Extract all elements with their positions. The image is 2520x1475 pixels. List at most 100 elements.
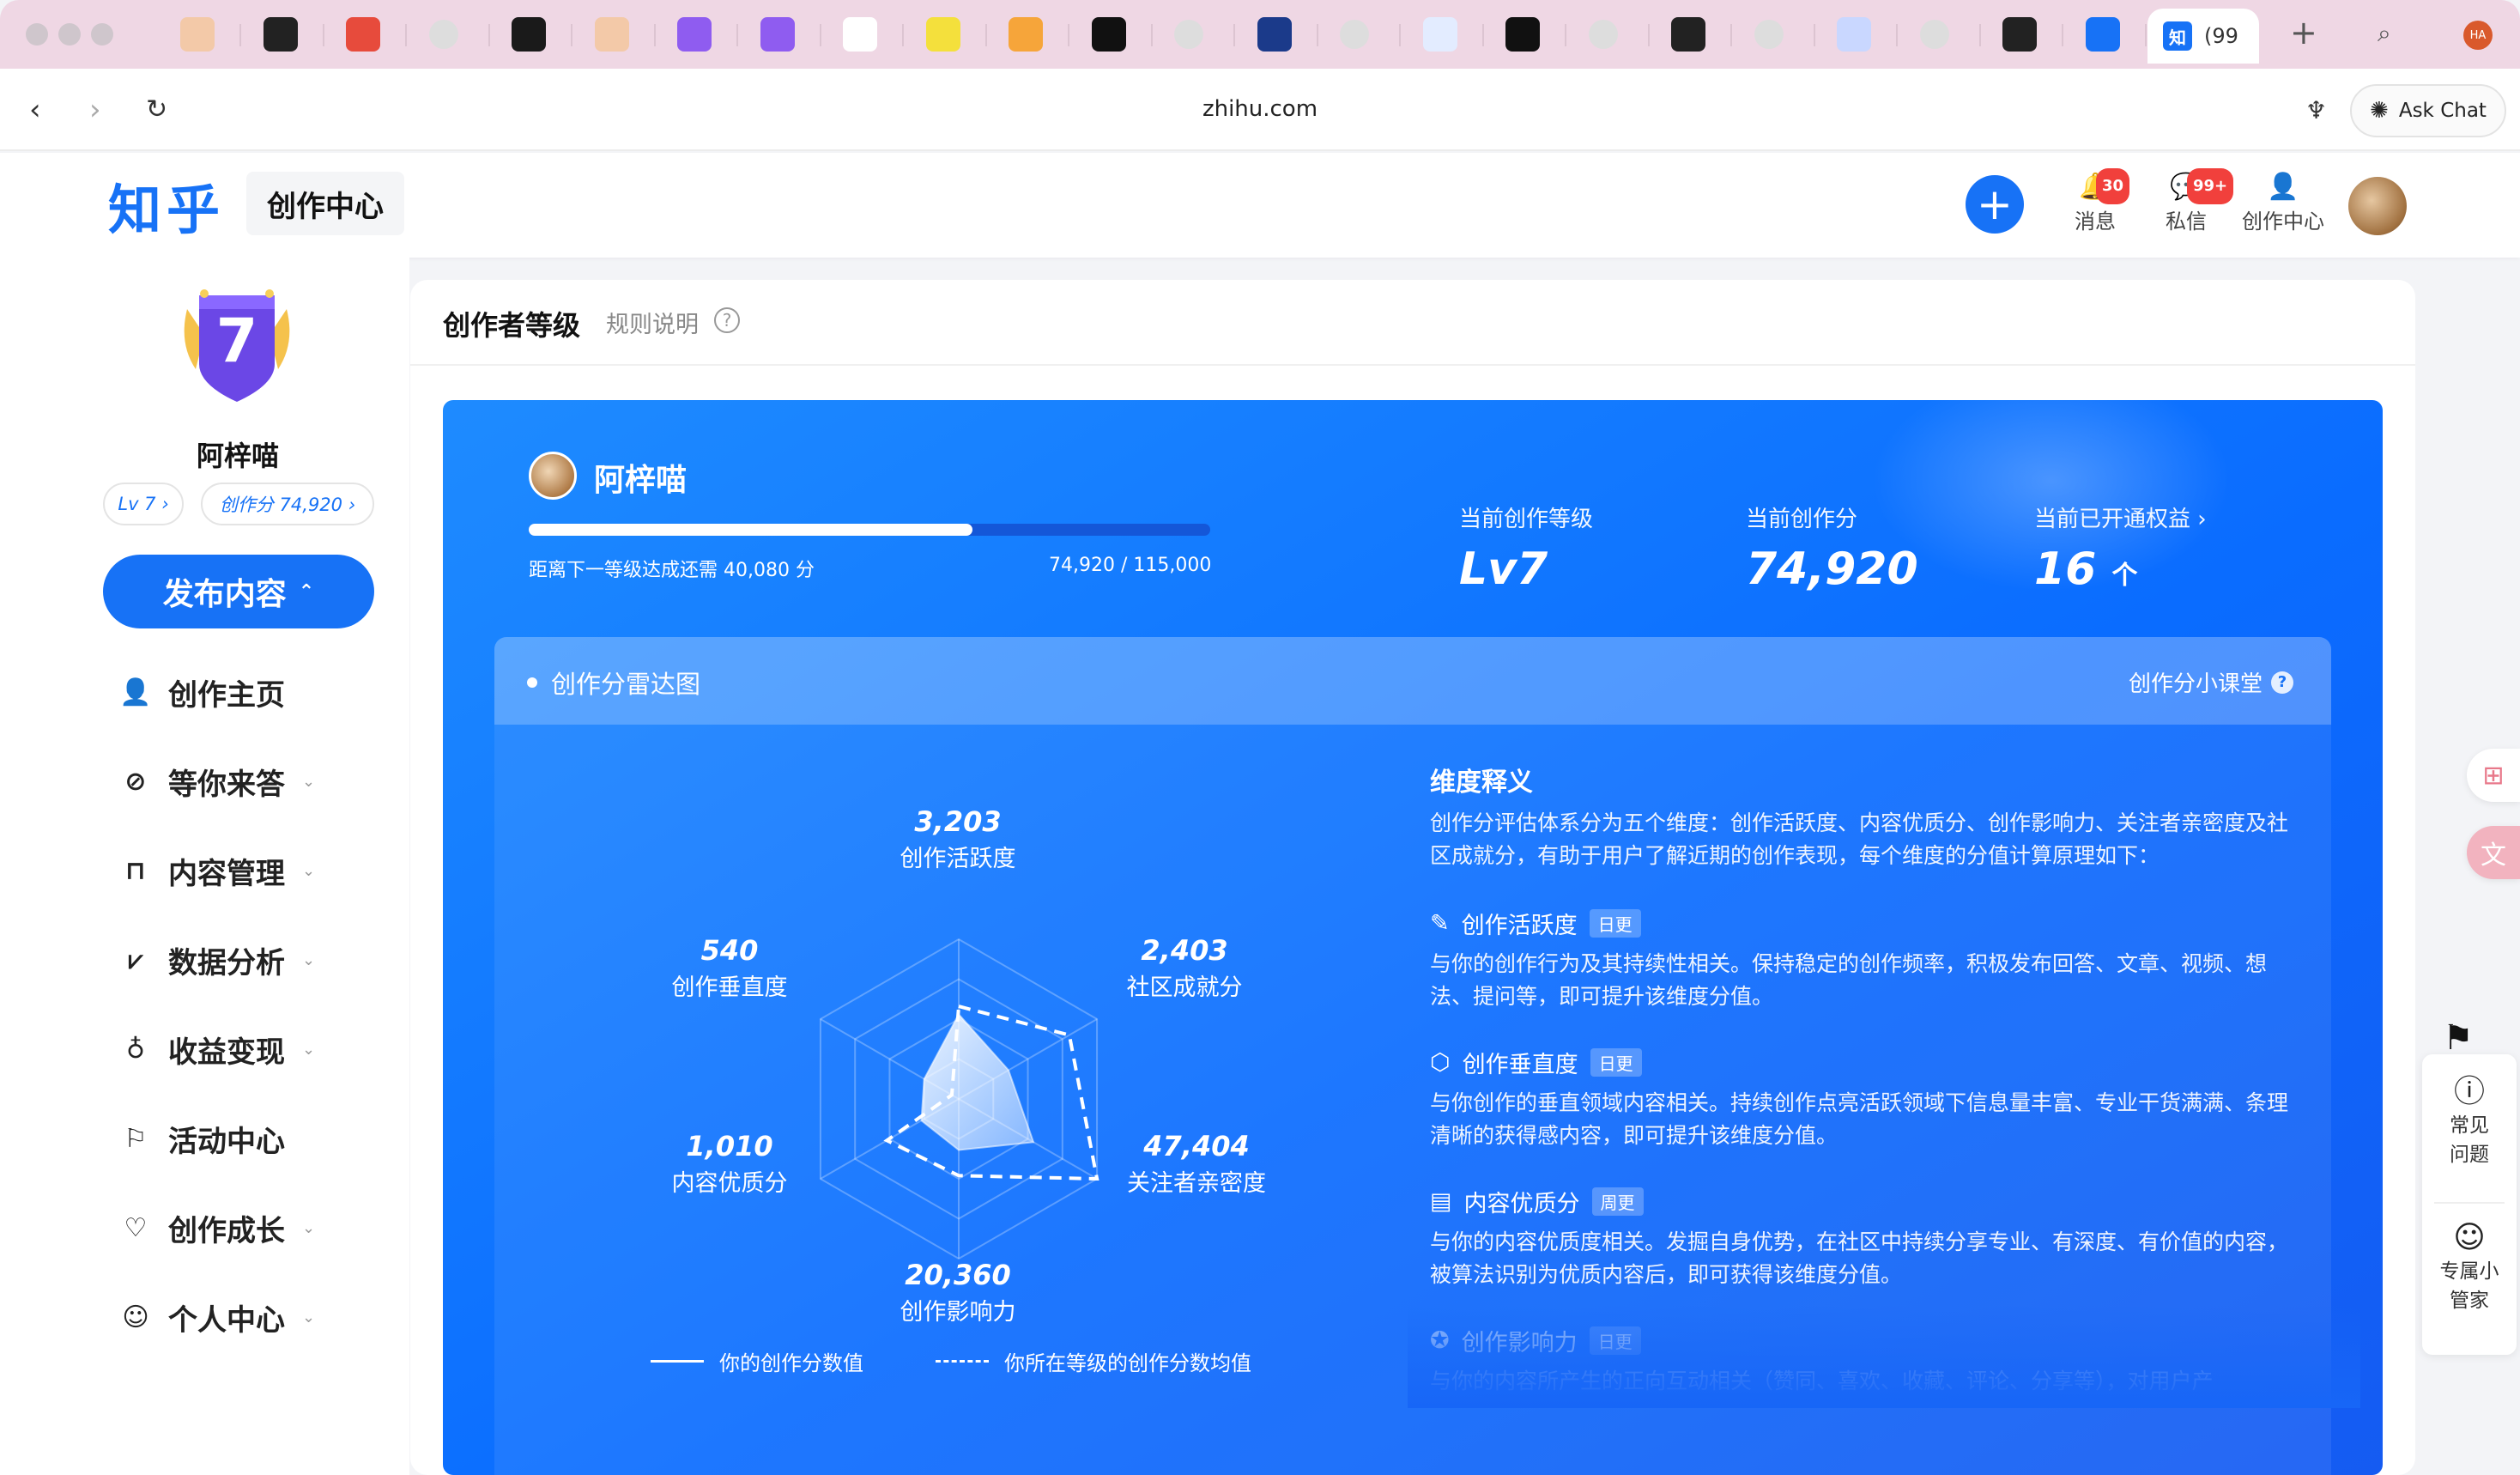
translate-icon[interactable]: 文 <box>2467 826 2520 879</box>
url-text[interactable]: zhihu.com <box>0 96 2520 122</box>
faq-question-icon: ⓘ <box>2453 1074 2485 1109</box>
butler-label: 专属小管家 <box>2439 1260 2499 1312</box>
github-tab-icon[interactable] <box>1671 17 1705 52</box>
weather-tab-icon[interactable] <box>594 17 629 52</box>
radar-label-name: 关注者亲密度 <box>1127 1170 1266 1197</box>
publish-content-button[interactable]: 发布内容 ⌃ <box>103 555 374 628</box>
tab-separator <box>1565 24 1566 46</box>
user-avatar[interactable] <box>2348 177 2407 235</box>
compass-icon: ⊘ <box>124 766 147 797</box>
tab-separator <box>819 24 821 46</box>
app-tab-icon[interactable] <box>760 17 795 52</box>
anime-tab-icon[interactable] <box>1837 17 1871 52</box>
window-minimize-control[interactable] <box>58 23 81 46</box>
app-tab-icon[interactable] <box>1091 17 1126 52</box>
creator-hub-label[interactable]: 创作中心 <box>246 172 404 235</box>
legend-average-label: 你所在等级的创作分数均值 <box>1004 1351 1251 1375</box>
rules-link[interactable]: 规则说明 <box>606 306 699 339</box>
google-tab-icon[interactable] <box>843 17 877 52</box>
app-tab-icon[interactable] <box>1257 17 1292 52</box>
app-tab-icon[interactable] <box>677 17 712 52</box>
butler-mascot-icon[interactable]: ⚑ <box>2443 1018 2474 1058</box>
apps-grid-icon[interactable]: ⊞ <box>2467 749 2520 802</box>
stat-score-label: 当前创作分 <box>1746 507 1858 532</box>
generic-tab-icon[interactable] <box>1174 20 1203 49</box>
tab-separator <box>1150 24 1153 46</box>
extensions-icon[interactable]: ♆ <box>2305 96 2327 124</box>
sidebar-item-6[interactable]: ⚐ 活动中心 <box>120 1113 285 1164</box>
header-private-messages[interactable]: 💬 99+ 私信 <box>2147 168 2234 234</box>
tab-separator <box>1233 24 1235 46</box>
weather-tab-icon[interactable] <box>180 17 215 52</box>
app-tab-icon[interactable] <box>1009 17 1043 52</box>
tab-separator <box>1730 24 1732 46</box>
butler-button[interactable]: ☺ 专属小管家 <box>2422 1219 2517 1315</box>
header-creator-center[interactable]: 👤 创作中心 <box>2242 170 2324 234</box>
dimensions-intro: 创作分评估体系分为五个维度：创作活跃度、内容优质分、创作影响力、关注者亲密度及社… <box>1430 810 2289 868</box>
tab-separator <box>1978 24 1981 46</box>
create-plus-button[interactable]: + <box>1966 175 2024 234</box>
profile-badge[interactable]: HA <box>2463 21 2493 50</box>
generic-tab-icon[interactable] <box>1588 20 1618 49</box>
dimension-title-text: 内容优质分 <box>1463 1191 1580 1217</box>
dimension-title: ✎ 创作活跃度 日更 <box>1430 907 1641 940</box>
heart-icon: ♡ <box>124 1212 148 1243</box>
messages-badge: 30 <box>2096 168 2130 204</box>
generic-tab-icon[interactable] <box>1340 20 1369 49</box>
github-tab-icon[interactable] <box>263 17 298 52</box>
analytics-tab-icon[interactable] <box>512 17 546 52</box>
new-tab-icon[interactable]: + <box>2290 14 2317 52</box>
generic-tab-icon[interactable] <box>1919 20 1949 49</box>
sidebar-item-2[interactable]: ⊘ 等你来答 ⌄ <box>120 756 315 807</box>
dashed-line-icon <box>936 1360 989 1363</box>
generic-tab-icon[interactable] <box>428 20 458 49</box>
sidebar-item-1[interactable]: 👤 创作主页 <box>119 666 285 718</box>
progress-remaining-text: 距离下一等级达成还需 40,080 分 <box>529 560 815 581</box>
stat-benefits[interactable]: 当前已开通权益 › 16 个 <box>2034 501 2207 595</box>
zhihu-logo[interactable]: 知乎 <box>108 167 225 244</box>
sidebar-item-5[interactable]: ♁ 收益变现 ⌄ <box>120 1023 315 1075</box>
app-tab-icon[interactable] <box>1505 17 1540 52</box>
private-messages-label: 私信 <box>2166 209 2207 234</box>
creator-icon: 👤 <box>2267 172 2299 202</box>
sidebar-item-8[interactable]: ☺ 个人中心 ⌄ <box>120 1291 315 1343</box>
app-tab-icon[interactable] <box>1422 17 1457 52</box>
sidebar-item-7[interactable]: ♡ 创作成长 ⌄ <box>120 1202 316 1253</box>
window-zoom-control[interactable] <box>91 23 113 46</box>
stat-level-value: Lv7 <box>1459 543 1548 595</box>
dimensions-heading: 维度释义 <box>1430 768 1533 798</box>
sidebar-item-4[interactable]: ⩗ 数据分析 ⌄ <box>120 934 316 986</box>
score-lesson-link[interactable]: 创作分小课堂? <box>2129 666 2294 698</box>
search-tabs-icon[interactable]: ⌕ <box>2378 19 2391 48</box>
header-messages[interactable]: 🔔 30 消息 <box>2057 168 2134 234</box>
legend-user: 你的创作分数值 <box>651 1346 863 1376</box>
active-tab[interactable]: 知 (99 <box>2147 9 2259 64</box>
github-tab-icon[interactable] <box>2002 17 2037 52</box>
dimension-title: ▤ 内容优质分 周更 <box>1430 1185 1644 1218</box>
brand-tab-icon[interactable] <box>346 17 380 52</box>
level-pill[interactable]: Lv 7 › <box>103 483 184 525</box>
level-progress-fill <box>529 524 973 536</box>
sidebar-item-label: 内容管理 <box>168 856 285 891</box>
tab-separator <box>1068 24 1069 46</box>
radar-label: 540 创作垂直度 <box>635 934 824 1002</box>
tab-separator <box>322 24 324 46</box>
chart-icon: ⩗ <box>128 944 143 975</box>
panel-username: 阿梓喵 <box>594 463 688 498</box>
stat-benefits-label[interactable]: 当前已开通权益 › <box>2034 501 2207 533</box>
app-tab-icon[interactable] <box>925 17 960 52</box>
legend-average: 你所在等级的创作分数均值 <box>936 1346 1251 1376</box>
score-pill[interactable]: 创作分 74,920 › <box>201 483 374 525</box>
generic-tab-icon[interactable] <box>1754 20 1784 49</box>
sidebar-item-label: 活动中心 <box>168 1124 285 1159</box>
question-icon[interactable]: ? <box>714 307 740 333</box>
chevron-down-icon: ⌄ <box>302 1218 316 1237</box>
zhihu-tab-icon[interactable] <box>2085 17 2120 52</box>
window-close-control[interactable] <box>26 23 48 46</box>
faq-button[interactable]: ⓘ 常见问题 <box>2422 1073 2517 1169</box>
radar-label-name: 创作垂直度 <box>671 974 788 1001</box>
tab-separator <box>571 24 572 46</box>
ask-chat-button[interactable]: ✺ Ask Chat <box>2350 84 2506 137</box>
tab-separator <box>405 24 407 46</box>
sidebar-item-3[interactable]: ⊓ 内容管理 ⌄ <box>120 845 315 896</box>
